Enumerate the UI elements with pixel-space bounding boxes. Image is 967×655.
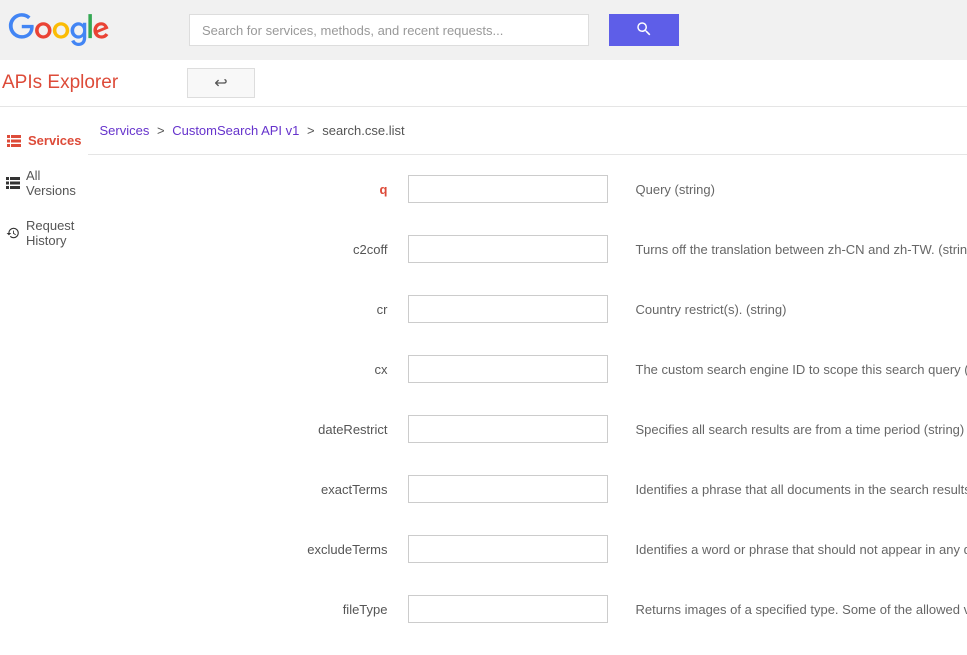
param-label: q — [88, 182, 408, 197]
param-input-cr[interactable] — [408, 295, 608, 323]
param-label: exactTerms — [88, 482, 408, 497]
sidebar-item-history[interactable]: Request History — [0, 208, 88, 258]
param-input-q[interactable] — [408, 175, 608, 203]
sidebar-item-services[interactable]: Services — [0, 123, 88, 158]
param-row-cr: cr Country restrict(s). (string) — [88, 295, 967, 323]
breadcrumb-services[interactable]: Services — [100, 123, 150, 138]
params-list: q Query (string) c2coff Turns off the tr… — [88, 155, 967, 623]
search-icon — [635, 20, 653, 41]
search-button[interactable] — [609, 14, 679, 46]
subheader: APIs Explorer ↩ — [0, 60, 967, 107]
search-input[interactable] — [189, 14, 589, 46]
container: Services All Versions Request History Se… — [0, 107, 967, 655]
param-desc: Query (string) — [636, 182, 715, 197]
param-desc: Country restrict(s). (string) — [636, 302, 787, 317]
param-label: cx — [88, 362, 408, 377]
breadcrumb-api[interactable]: CustomSearch API v1 — [172, 123, 299, 138]
param-desc: Identifies a phrase that all documents i… — [636, 482, 967, 497]
param-row-dateRestrict: dateRestrict Specifies all search result… — [88, 415, 967, 443]
history-icon — [6, 226, 20, 240]
param-input-excludeTerms[interactable] — [408, 535, 608, 563]
page-title: APIs Explorer — [0, 72, 187, 94]
back-arrow-icon: ↩ — [214, 73, 227, 93]
google-logo[interactable] — [4, 13, 114, 47]
param-row-cx: cx The custom search engine ID to scope … — [88, 355, 967, 383]
back-button[interactable]: ↩ — [187, 68, 255, 98]
param-desc: Identifies a word or phrase that should … — [636, 542, 967, 557]
param-row-c2coff: c2coff Turns off the translation between… — [88, 235, 967, 263]
param-desc: The custom search engine ID to scope thi… — [636, 362, 967, 377]
breadcrumb-method: search.cse.list — [322, 123, 404, 138]
param-desc: Specifies all search results are from a … — [636, 422, 965, 437]
param-row-excludeTerms: excludeTerms Identifies a word or phrase… — [88, 535, 967, 563]
sidebar-item-label: All Versions — [26, 168, 82, 198]
breadcrumb: Services > CustomSearch API v1 > search.… — [88, 123, 967, 155]
param-label: c2coff — [88, 242, 408, 257]
param-input-dateRestrict[interactable] — [408, 415, 608, 443]
sidebar-item-label: Request History — [26, 218, 82, 248]
list-icon — [6, 134, 22, 148]
param-input-exactTerms[interactable] — [408, 475, 608, 503]
param-row-q: q Query (string) — [88, 175, 967, 203]
sidebar-item-versions[interactable]: All Versions — [0, 158, 88, 208]
param-label: dateRestrict — [88, 422, 408, 437]
param-input-fileType[interactable] — [408, 595, 608, 623]
param-input-c2coff[interactable] — [408, 235, 608, 263]
param-label: fileType — [88, 602, 408, 617]
param-input-cx[interactable] — [408, 355, 608, 383]
param-label: excludeTerms — [88, 542, 408, 557]
param-label: cr — [88, 302, 408, 317]
param-row-fileType: fileType Returns images of a specified t… — [88, 595, 967, 623]
main: Services > CustomSearch API v1 > search.… — [88, 107, 967, 655]
param-desc: Returns images of a specified type. Some… — [636, 602, 967, 617]
sidebar: Services All Versions Request History — [0, 107, 88, 655]
header — [0, 0, 967, 60]
breadcrumb-sep: > — [157, 123, 165, 138]
list-icon — [6, 176, 20, 190]
param-desc: Turns off the translation between zh-CN … — [636, 242, 967, 257]
breadcrumb-sep: > — [307, 123, 315, 138]
param-row-exactTerms: exactTerms Identifies a phrase that all … — [88, 475, 967, 503]
sidebar-item-label: Services — [28, 133, 82, 148]
